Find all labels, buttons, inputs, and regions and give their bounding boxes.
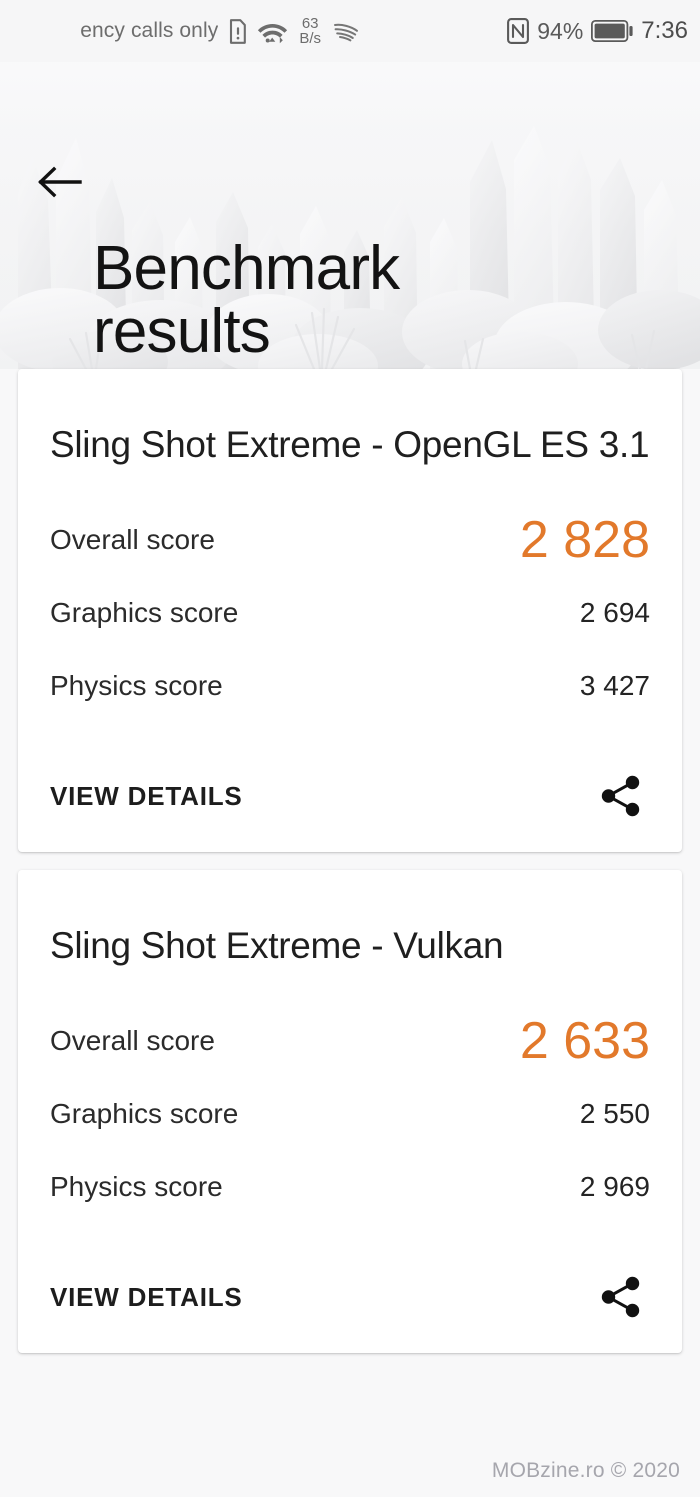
graphics-score-value: 2 694 [579, 596, 650, 628]
status-bar-right-group: 94% 7:36 [507, 0, 688, 62]
sim-alert-icon [229, 18, 247, 44]
graphics-score-value: 2 550 [579, 1097, 650, 1129]
graphics-score-row: Graphics score 2 550 [50, 1077, 650, 1150]
back-arrow-icon[interactable] [34, 158, 86, 206]
nfc-icon [507, 18, 530, 44]
benchmark-result-card: Sling Shot Extreme - OpenGL ES 3.1 Overa… [18, 369, 682, 853]
overall-score-value: 2 633 [519, 1011, 650, 1070]
physics-score-label: Physics score [50, 669, 223, 701]
share-icon[interactable] [592, 767, 650, 825]
overall-score-label: Overall score [50, 523, 215, 555]
status-bar-left-group: ency calls only 63 B/s [0, 0, 370, 62]
overall-score-row: Overall score 2 633 [50, 1004, 650, 1077]
physics-score-value: 3 427 [579, 669, 650, 701]
overall-score-value: 2 828 [519, 510, 650, 569]
graphics-score-label: Graphics score [50, 596, 239, 628]
graphics-score-row: Graphics score 2 694 [50, 576, 650, 649]
graphics-score-label: Graphics score [50, 1097, 239, 1129]
page-header: Benchmark results [0, 62, 700, 369]
network-speed-indicator: 63 B/s [299, 14, 321, 47]
carrier-label: ency calls only [80, 19, 219, 42]
battery-percent-label: 94% [537, 17, 584, 44]
network-speed-value: 63 [301, 14, 319, 32]
huawei-signal-swirl-icon [332, 19, 360, 43]
results-card-list: Sling Shot Extreme - OpenGL ES 3.1 Overa… [0, 369, 700, 1371]
status-bar: ency calls only 63 B/s 94% 7:36 [0, 0, 700, 62]
page-title: Benchmark results [93, 234, 400, 367]
physics-score-row: Physics score 2 969 [50, 1150, 650, 1223]
card-actions: VIEW DETAILS [50, 740, 650, 852]
overall-score-label: Overall score [50, 1024, 215, 1056]
view-details-button[interactable]: VIEW DETAILS [50, 1282, 243, 1313]
physics-score-row: Physics score 3 427 [50, 649, 650, 722]
watermark: MOBzine.ro © 2020 [491, 1459, 680, 1482]
card-actions: VIEW DETAILS [50, 1241, 650, 1353]
view-details-button[interactable]: VIEW DETAILS [50, 781, 243, 812]
benchmark-result-card: Sling Shot Extreme - Vulkan Overall scor… [18, 870, 682, 1354]
card-title: Sling Shot Extreme - Vulkan [50, 925, 504, 967]
network-speed-unit: B/s [299, 30, 321, 47]
wifi-icon [257, 19, 288, 44]
physics-score-label: Physics score [50, 1170, 223, 1202]
card-title: Sling Shot Extreme - OpenGL ES 3.1 [50, 424, 650, 465]
battery-full-icon [591, 20, 633, 42]
phone-screen: ency calls only 63 B/s 94% 7:36 Benchmar… [0, 0, 700, 1497]
physics-score-value: 2 969 [579, 1170, 650, 1202]
share-icon[interactable] [592, 1268, 650, 1326]
clock-label: 7:36 [641, 17, 688, 44]
overall-score-row: Overall score 2 828 [50, 503, 650, 576]
